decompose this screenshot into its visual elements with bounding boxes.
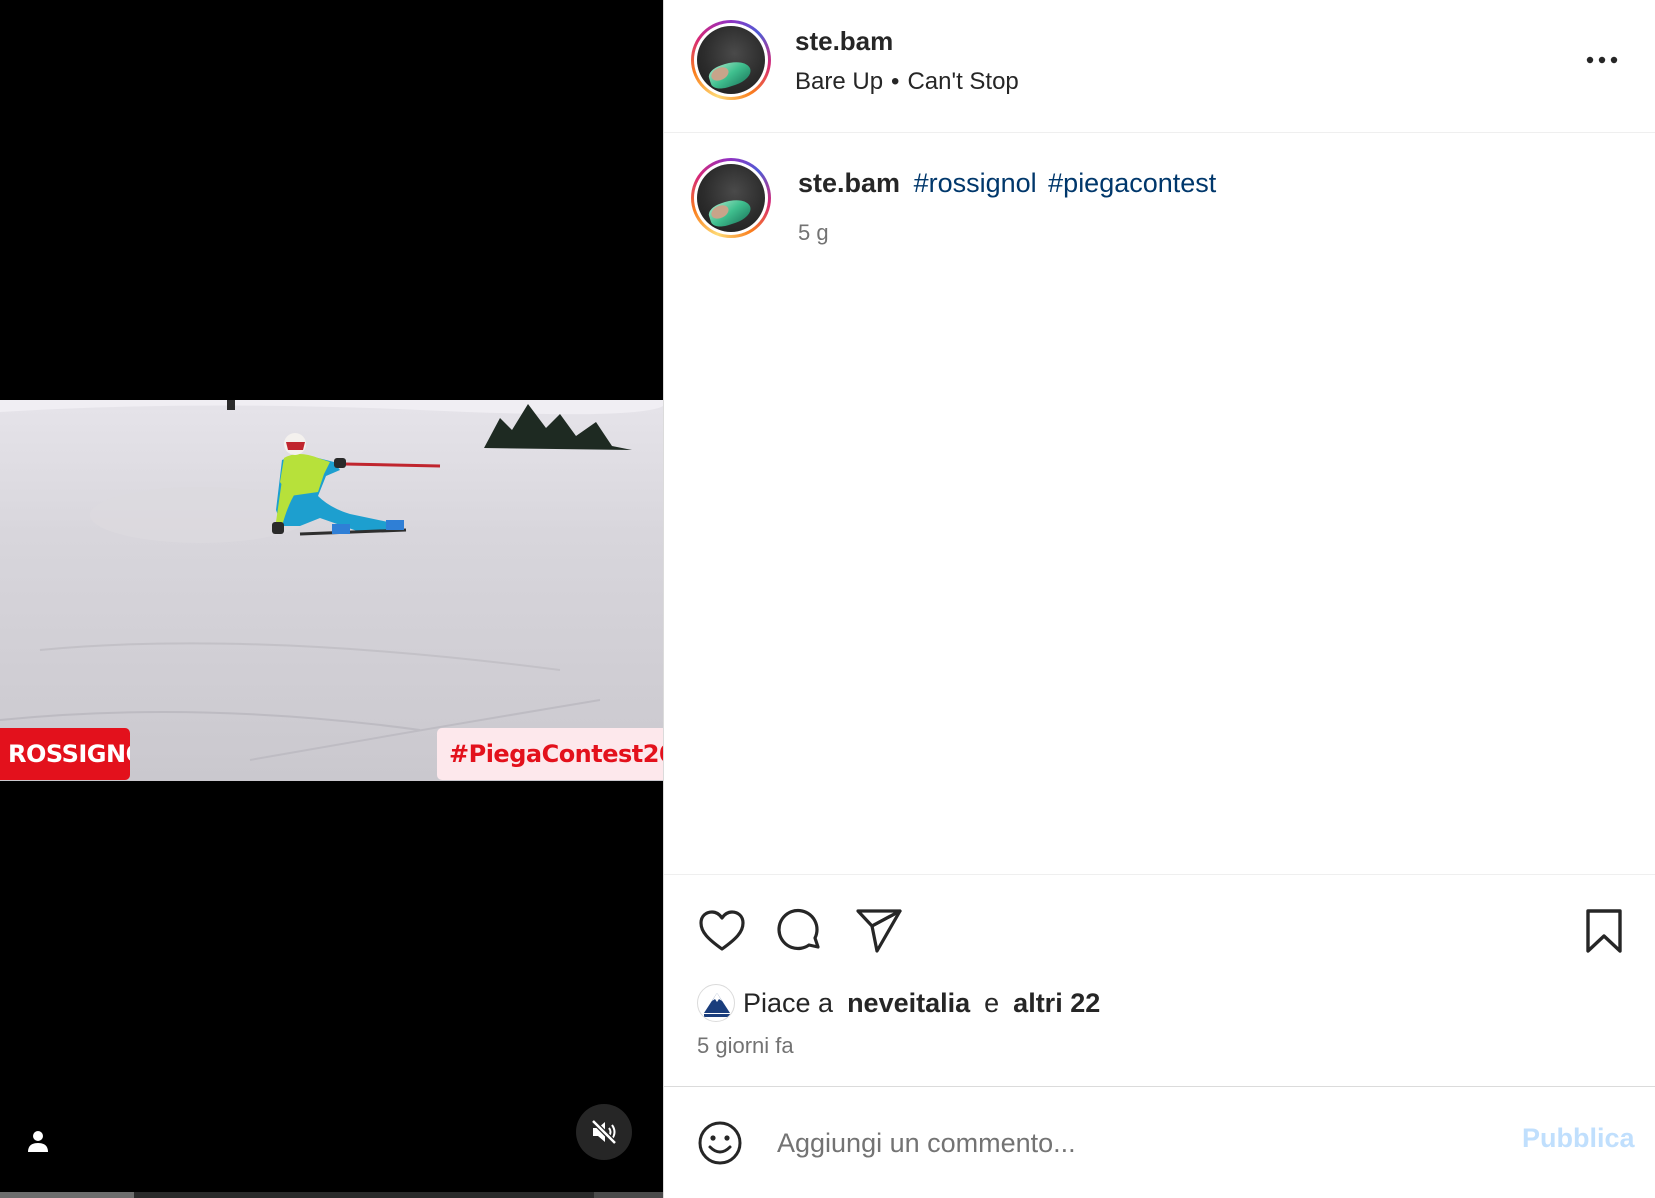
emoji-button[interactable]	[696, 1119, 744, 1167]
comment-icon	[777, 908, 820, 951]
ski-scene	[0, 400, 663, 781]
hashtag-link[interactable]: #rossignol	[914, 168, 1037, 198]
caption-username[interactable]: ste.bam	[798, 168, 900, 198]
likes-prefix: Piace a	[743, 987, 834, 1018]
likes-summary[interactable]: Piace a neveitalia e altri 22	[697, 983, 1100, 1023]
publish-button[interactable]: Pubblica	[1522, 1123, 1635, 1154]
header-username[interactable]: ste.bam	[795, 26, 893, 57]
post-header: ste.bam Bare Up • Can't Stop	[664, 0, 1655, 133]
mute-toggle-button[interactable]	[576, 1104, 632, 1160]
post-date[interactable]: 5 giorni fa	[697, 1033, 794, 1059]
comment-button[interactable]	[774, 905, 826, 957]
share-button[interactable]	[853, 905, 905, 957]
overlay-contest-tag: #PiegaContest2025	[437, 728, 663, 780]
emoji-icon	[698, 1121, 742, 1165]
likes-others[interactable]: altri 22	[1013, 988, 1100, 1019]
hashtag-link[interactable]: #piegacontest	[1048, 168, 1216, 198]
avatar[interactable]	[691, 20, 771, 100]
save-button[interactable]	[1578, 905, 1630, 957]
post-panel: ste.bam Bare Up • Can't Stop ste.bam #ro…	[663, 0, 1655, 1198]
audio-title[interactable]: Can't Stop	[907, 68, 1018, 95]
actions-section: Piace a neveitalia e altri 22 5 giorni fa	[664, 874, 1655, 1086]
caption-avatar[interactable]	[691, 158, 771, 238]
liker-username[interactable]: neveitalia	[847, 988, 970, 1019]
media-viewer[interactable]: ROSSIGNOL #PiegaContest2025	[0, 0, 663, 1198]
caption-timestamp[interactable]: 5 g	[798, 220, 829, 246]
caption-text: ste.bam #rossignol #piegacontest	[798, 168, 1220, 199]
person-icon	[28, 1131, 48, 1152]
audio-artist[interactable]: Bare Up	[795, 68, 883, 95]
mountain-logo-icon	[704, 993, 730, 1017]
caption-area: ste.bam #rossignol #piegacontest 5 g	[664, 134, 1655, 874]
audio-info[interactable]: Bare Up • Can't Stop	[795, 68, 1019, 96]
liker-avatar[interactable]	[697, 984, 735, 1022]
speaker-muted-icon	[591, 1119, 617, 1145]
video-progress-strip	[0, 1192, 663, 1198]
heart-icon	[699, 910, 745, 951]
like-button[interactable]	[696, 905, 748, 957]
bookmark-icon	[1586, 909, 1622, 953]
tagged-users-button[interactable]	[22, 1125, 54, 1157]
video-frame[interactable]	[0, 400, 663, 781]
more-options-button[interactable]	[1580, 44, 1624, 76]
comment-input[interactable]	[777, 1115, 1437, 1171]
audio-separator: •	[891, 68, 900, 95]
overlay-brand-tag: ROSSIGNOL	[0, 728, 130, 780]
comment-box: Pubblica	[664, 1086, 1655, 1198]
share-icon	[856, 909, 902, 953]
likes-conjunction: e	[984, 987, 1000, 1018]
more-horizontal-icon	[1586, 56, 1618, 64]
